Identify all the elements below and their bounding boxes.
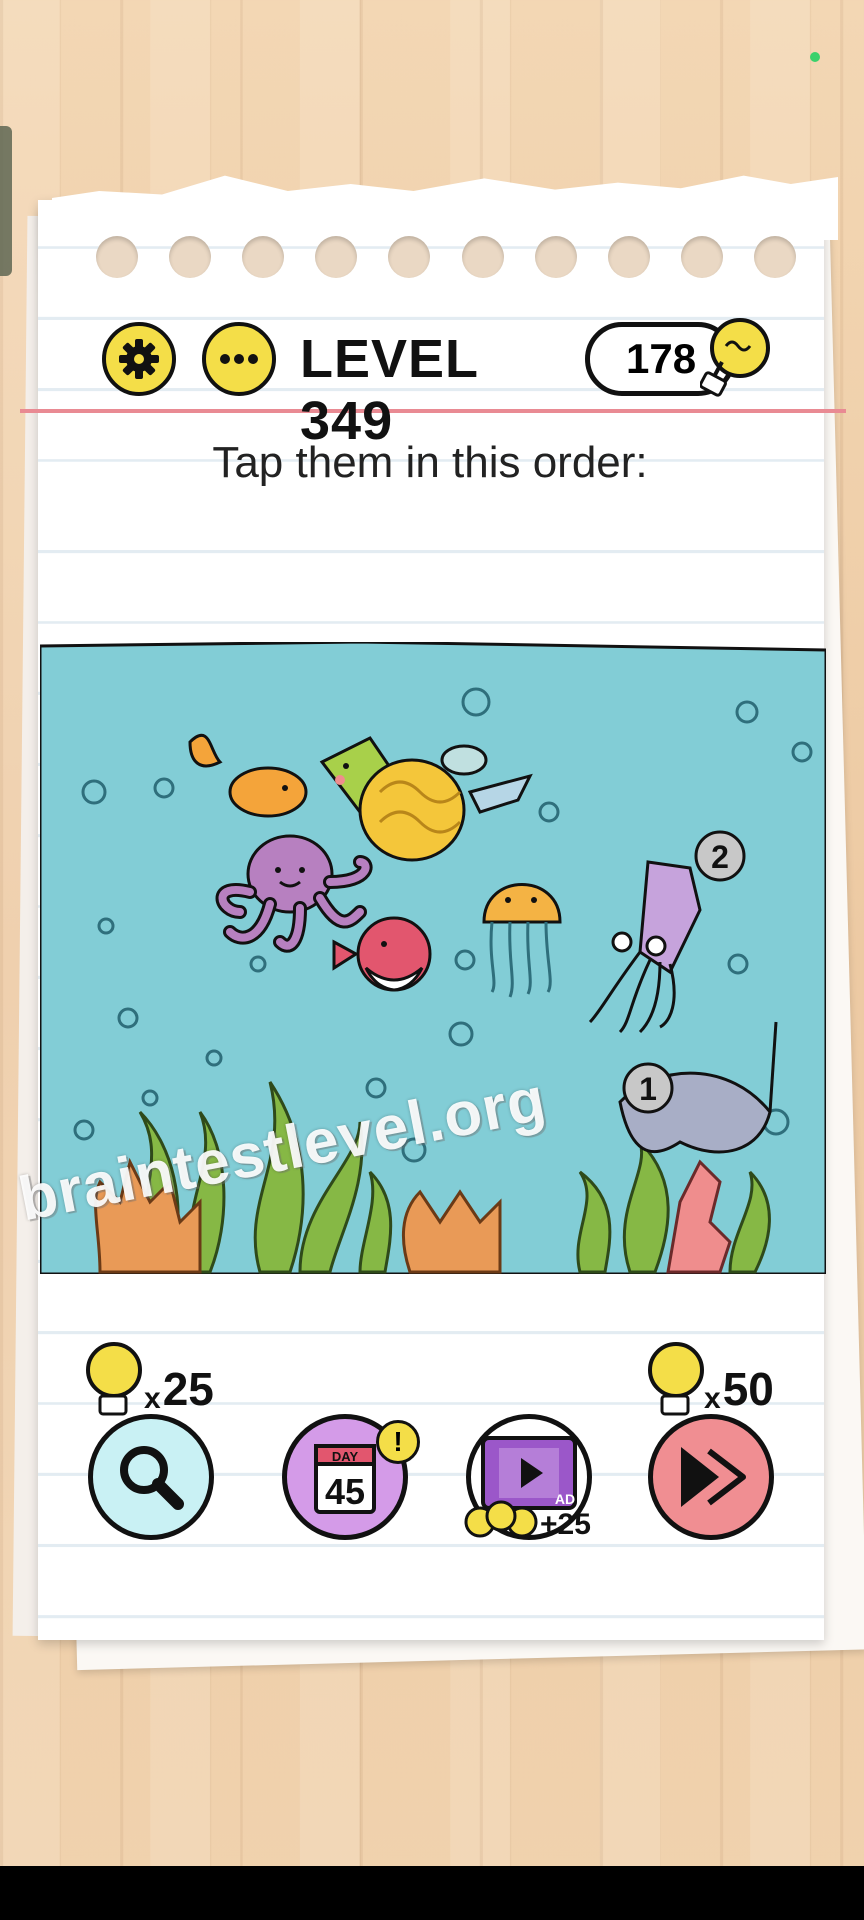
instruction-text: Tap them in this order:	[212, 438, 648, 487]
calendar-header: DAY	[332, 1449, 359, 1464]
more-dots-icon	[220, 354, 258, 364]
lightbulb-icon	[86, 1342, 142, 1416]
calendar-icon: DAY 45	[314, 1444, 376, 1514]
lightbulb-icon	[648, 1342, 704, 1416]
order-badge-2: 2	[694, 830, 746, 882]
fast-forward-icon	[681, 1447, 746, 1507]
search-hint-button[interactable]	[88, 1414, 214, 1540]
binder-hole	[753, 236, 796, 278]
hint-count: 178	[626, 335, 697, 382]
side-handle[interactable]	[0, 126, 12, 276]
binder-holes	[96, 236, 796, 282]
status-dot	[810, 52, 820, 62]
binder-hole	[315, 236, 358, 278]
daily-alert-badge: !	[376, 1420, 420, 1464]
torn-paper-edge	[52, 175, 838, 240]
ad-bonus-text: +25	[540, 1508, 591, 1541]
skip-level-button[interactable]	[648, 1414, 774, 1540]
binder-hole	[242, 236, 285, 278]
gear-icon	[119, 339, 159, 379]
binder-hole	[96, 236, 138, 278]
daily-alert-mark: !	[393, 1426, 403, 1457]
binder-hole	[169, 236, 212, 278]
calendar-day-number: 45	[325, 1471, 365, 1512]
skip-cost: x 50	[704, 1363, 774, 1415]
magnifier-icon	[120, 1446, 184, 1510]
lightbulb-icon	[700, 318, 770, 397]
ad-label: AD	[555, 1491, 575, 1507]
binder-hole	[388, 236, 431, 278]
order-badge-2-number: 2	[711, 839, 729, 875]
level-title: LEVEL 349	[300, 329, 479, 451]
binder-hole	[607, 236, 650, 278]
settings-button[interactable]	[102, 322, 176, 396]
system-navigation-bar	[0, 1866, 864, 1920]
binder-hole	[461, 236, 504, 278]
menu-button[interactable]	[202, 322, 276, 396]
search-cost: x 25	[144, 1363, 214, 1415]
binder-hole	[534, 236, 577, 278]
binder-hole	[680, 236, 723, 278]
lightbulb-cluster-icon	[464, 1500, 538, 1538]
